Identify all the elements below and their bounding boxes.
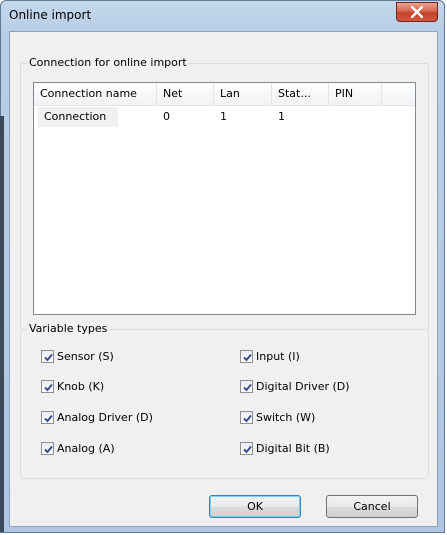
checkbox-label: Analog (A) (57, 441, 115, 455)
connection-list[interactable]: Connection name Net Lan Stat... PIN Conn… (33, 82, 416, 315)
checkbox-label: Input (I) (256, 349, 300, 363)
check-icon (243, 383, 252, 391)
column-header-lan[interactable]: Lan (214, 83, 272, 105)
checkbox-label: Knob (K) (57, 379, 105, 393)
column-header-net[interactable]: Net (157, 83, 214, 105)
table-row[interactable]: Connection 0 1 1 (34, 107, 415, 127)
cell-pin (329, 107, 382, 127)
variable-types-groupbox: Variable types Sensor (S) Input (I) Knob… (20, 322, 429, 479)
close-button[interactable] (396, 2, 438, 22)
check-icon (44, 383, 53, 391)
checkbox-input[interactable]: Input (I) (240, 348, 300, 364)
checkbox-box[interactable] (41, 379, 54, 393)
checkbox-box[interactable] (41, 349, 54, 363)
checkbox-label: Analog Driver (D) (57, 410, 153, 424)
checkbox-analog[interactable]: Analog (A) (41, 440, 115, 456)
checkbox-digital-driver[interactable]: Digital Driver (D) (240, 378, 350, 394)
checkbox-label: Switch (W) (256, 410, 316, 424)
checkbox-label: Digital Bit (B) (256, 441, 330, 455)
variable-types-legend: Variable types (27, 322, 110, 335)
cell-lan: 1 (220, 110, 227, 123)
title-bar[interactable]: Online import (1, 1, 444, 31)
checkbox-box[interactable] (41, 410, 54, 424)
check-icon (44, 414, 53, 422)
checkbox-digital-bit[interactable]: Digital Bit (B) (240, 440, 330, 456)
background-window-edge (0, 116, 4, 532)
cancel-button[interactable]: Cancel (326, 495, 418, 518)
check-icon (44, 353, 53, 361)
column-header-pin[interactable]: PIN (329, 83, 382, 105)
checkbox-knob[interactable]: Knob (K) (41, 378, 104, 394)
close-icon (411, 6, 423, 18)
cell-connection-name: Connection (38, 107, 118, 127)
check-icon (44, 445, 53, 453)
window-title: Online import (9, 8, 92, 22)
connection-group-legend: Connection for online import (27, 56, 189, 69)
checkbox-label: Sensor (S) (57, 349, 114, 363)
dialog-client-area: Connection for online import Connection … (9, 31, 438, 527)
checkbox-box[interactable] (41, 441, 54, 455)
list-header: Connection name Net Lan Stat... PIN (34, 83, 415, 106)
check-icon (243, 414, 252, 422)
checkbox-sensor[interactable]: Sensor (S) (41, 348, 114, 364)
checkbox-box[interactable] (240, 379, 253, 393)
check-icon (243, 353, 252, 361)
column-header-status[interactable]: Stat... (272, 83, 329, 105)
cell-net: 0 (163, 110, 170, 123)
column-header-connection-name[interactable]: Connection name (34, 83, 157, 105)
cell-status: 1 (278, 110, 285, 123)
ok-button[interactable]: OK (209, 495, 301, 518)
checkbox-box[interactable] (240, 441, 253, 455)
checkbox-box[interactable] (240, 410, 253, 424)
checkbox-analog-driver[interactable]: Analog Driver (D) (41, 409, 153, 425)
check-icon (243, 445, 252, 453)
checkbox-box[interactable] (240, 349, 253, 363)
checkbox-label: Digital Driver (D) (256, 379, 350, 393)
dialog-window: Online import Connection for online impo… (0, 0, 445, 533)
connection-groupbox: Connection for online import Connection … (20, 56, 429, 330)
checkbox-switch[interactable]: Switch (W) (240, 409, 315, 425)
